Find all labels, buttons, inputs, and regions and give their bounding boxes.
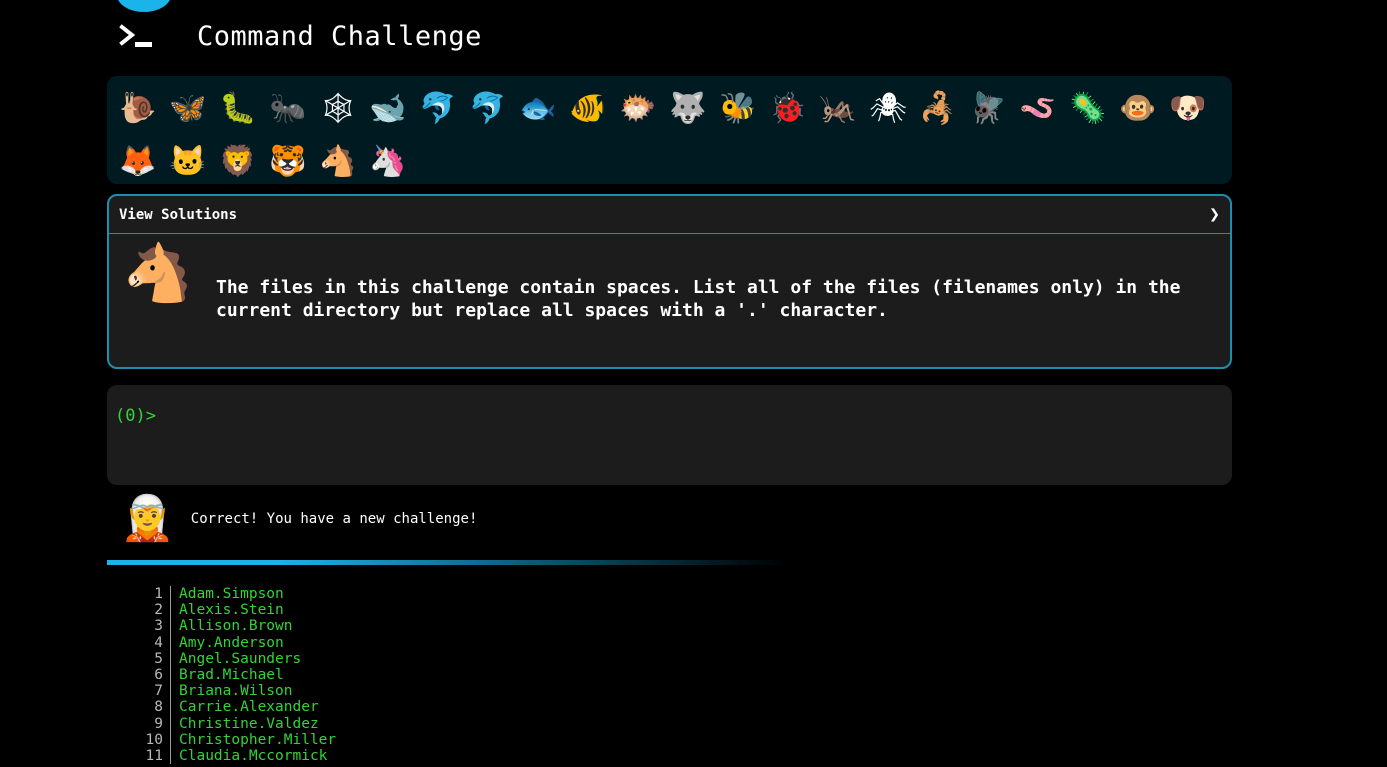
output-line: 5 Angel.Saunders (107, 650, 336, 668)
fish-icon[interactable]: 🐟 (513, 82, 563, 135)
worm-icon[interactable]: 🪱 (1013, 82, 1063, 135)
header: Command Challenge (118, 18, 482, 54)
line-number: 5 (107, 650, 171, 668)
output-line: 11 Claudia.Mccormick (107, 748, 336, 765)
blowfish-icon[interactable]: 🐡 (613, 82, 663, 135)
output-line: 10 Christopher.Miller (107, 731, 337, 749)
page: Command Challenge 🐌 🦋 🐛 🐜 🕸 🐋 🐬 🐬 🐟 🐠 🐡 🐺 🐝 🐞 🦗 🕷 🦂 🪰 🪱 🦠 🐵 🐶… (0, 0, 1387, 767)
filename: Christopher.Miller (179, 731, 337, 748)
terminal-icon[interactable] (118, 22, 154, 50)
bug-icon[interactable]: 🐛 (213, 82, 263, 135)
unicorn-icon[interactable]: 🦄 (363, 135, 413, 188)
filename: Allison.Brown (179, 618, 293, 635)
output-line: 9 Christine.Valdez (107, 715, 336, 732)
divider (107, 560, 787, 565)
fly-icon[interactable]: 🪰 (963, 82, 1013, 135)
output-line: 4 Amy.Anderson (107, 634, 336, 651)
challenge-card: View Solutions ❯ 🐴 The files in this cha… (107, 194, 1232, 369)
line-number: 6 (107, 667, 171, 684)
line-number: 1 (107, 586, 171, 603)
chevron-right-icon: ❯ (1209, 204, 1220, 225)
page-title: Command Challenge (197, 20, 482, 52)
filename: Adam.Simpson (179, 586, 284, 602)
view-solutions-label: View Solutions (119, 206, 238, 223)
filename: Christine.Valdez (179, 715, 319, 732)
microbe-icon[interactable]: 🦠 (1063, 82, 1113, 135)
prompt-row: (0)> (115, 405, 1224, 427)
dog-icon[interactable]: 🐶 (1163, 82, 1213, 135)
line-number: 9 (107, 715, 171, 732)
spider-web-icon[interactable]: 🕸 (313, 82, 363, 135)
filename: Carrie.Alexander (179, 699, 319, 716)
tropical-fish-icon[interactable]: 🐠 (563, 82, 613, 135)
filename: Angel.Saunders (179, 650, 302, 667)
challenge-body: 🐴 The files in this challenge contain sp… (109, 234, 1230, 367)
ladybug-icon[interactable]: 🐞 (763, 82, 813, 135)
lion-icon[interactable]: 🦁 (213, 135, 263, 188)
terminal-panel[interactable]: (0)> (107, 385, 1232, 485)
filename: Briana.Wilson (179, 683, 293, 700)
tiger-icon[interactable]: 🐯 (263, 135, 313, 188)
command-input[interactable] (159, 405, 1224, 427)
butterfly-icon[interactable]: 🦋 (163, 82, 213, 135)
line-number: 3 (107, 618, 171, 635)
spider-icon[interactable]: 🕷 (863, 82, 913, 135)
bee-icon[interactable]: 🐝 (713, 82, 763, 135)
output-line: 8 Carrie.Alexander (107, 699, 336, 716)
output-line: 1 Adam.Simpson (107, 586, 336, 603)
top-accent-arc (117, 0, 171, 12)
line-number: 10 (107, 731, 171, 749)
filename: Brad.Michael (179, 667, 284, 684)
feedback-text: Correct! You have a new challenge! (190, 511, 478, 527)
line-number: 7 (107, 683, 171, 700)
output-line: 3 Allison.Brown (107, 618, 336, 635)
horse-icon[interactable]: 🐴 (313, 135, 363, 188)
monkey-icon[interactable]: 🐵 (1113, 82, 1163, 135)
view-solutions-toggle[interactable]: View Solutions ❯ (109, 196, 1230, 234)
horse-avatar-icon: 🐴 (123, 241, 193, 306)
dolphin-icon[interactable]: 🐬 (413, 82, 463, 135)
elf-avatar-icon: 🧝 (120, 493, 175, 544)
line-number: 2 (107, 602, 171, 619)
feedback-message: 🧝 Correct! You have a new challenge! (120, 497, 477, 541)
shark-icon[interactable]: 🐬 (463, 82, 513, 135)
line-number: 8 (107, 699, 171, 716)
filename: Claudia.Mccormick (179, 748, 328, 765)
output-line: 6 Brad.Michael (107, 667, 336, 684)
cat-icon[interactable]: 🐱 (163, 135, 213, 188)
terminal-prompt: (0)> (115, 406, 156, 426)
snail-icon[interactable]: 🐌 (113, 82, 163, 135)
wolf-icon[interactable]: 🐺 (663, 82, 713, 135)
whale-icon[interactable]: 🐋 (363, 82, 413, 135)
challenge-description: The files in this challenge contain spac… (216, 277, 1181, 321)
cricket-icon[interactable]: 🦗 (813, 82, 863, 135)
output-line: 7 Briana.Wilson (107, 683, 336, 700)
filename: Alexis.Stein (179, 602, 284, 619)
command-output: 1 Adam.Simpson 2 Alexis.Stein 3 Allison.Brown… (107, 586, 337, 765)
ant-icon[interactable]: 🐜 (263, 82, 313, 135)
filename: Amy.Anderson (179, 634, 284, 651)
challenge-selector-bar: 🐌 🦋 🐛 🐜 🕸 🐋 🐬 🐬 🐟 🐠 🐡 🐺 🐝 🐞 🦗 🕷 🦂 🪰 🪱 🦠 🐵 🐶 🦊 🐱 🦁 🐯 🐴 🦄 (107, 76, 1232, 184)
fox-icon[interactable]: 🦊 (113, 135, 163, 188)
line-number: 4 (107, 634, 171, 651)
output-line: 2 Alexis.Stein (107, 602, 336, 619)
line-number: 11 (107, 748, 171, 765)
scorpion-icon[interactable]: 🦂 (913, 82, 963, 135)
